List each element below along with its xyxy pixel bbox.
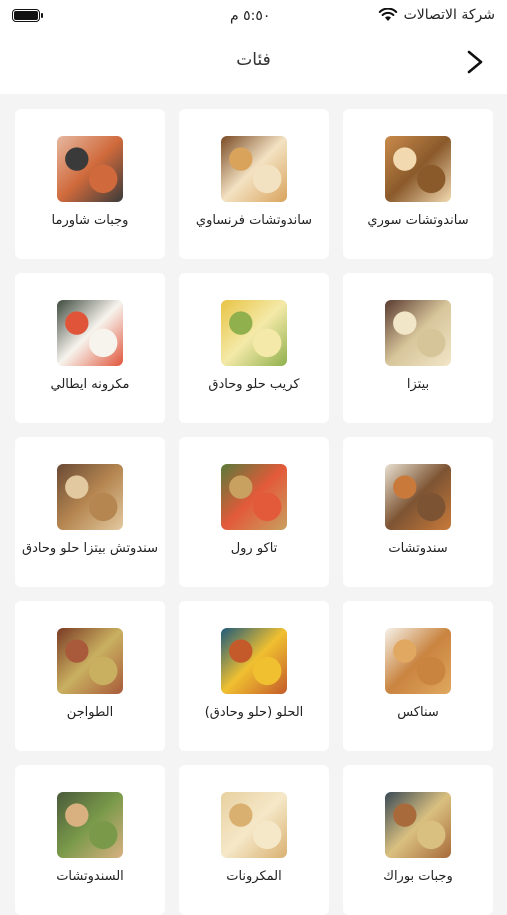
category-label: السندوتشات [56,869,124,884]
category-image [385,300,451,366]
category-label: سندوتشات [388,541,448,556]
category-label: كريب حلو وحادق [208,377,300,392]
category-card[interactable]: ساندوتشات سوري [343,109,493,259]
category-image [57,300,123,366]
category-label: تاكو رول [230,541,278,556]
category-label: سناكس [397,705,439,720]
category-label: بيتزا [406,377,430,392]
category-label: ساندوتشات فرنساوي [195,213,313,228]
category-card[interactable]: سناكس [343,601,493,751]
category-card[interactable]: سندوتش بيتزا حلو وحادق [15,437,165,587]
status-bar: شركة الاتصالات ٥:٥٠ م [0,0,507,32]
category-card[interactable]: وجبات شاورما [15,109,165,259]
category-label: مكرونه ايطالي [50,377,130,392]
category-label: وجبات بوراك [383,869,453,884]
category-image [385,136,451,202]
category-card[interactable]: مكرونه ايطالي [15,273,165,423]
category-label: المكرونات [226,869,282,884]
category-label: ساندوتشات سوري [367,213,469,228]
category-image [385,464,451,530]
carrier-group: شركة الاتصالات [378,7,495,23]
category-image [221,628,287,694]
battery-icon [12,9,43,22]
status-time: ٥:٥٠ م [230,8,271,24]
category-image [57,792,123,858]
navigation-bar: فئات [0,32,507,94]
wifi-icon [378,8,397,21]
category-card[interactable]: ساندوتشات فرنساوي [179,109,329,259]
category-image [57,628,123,694]
category-card[interactable]: تاكو رول [179,437,329,587]
category-card[interactable]: الحلو (حلو وحادق) [179,601,329,751]
category-image [221,792,287,858]
category-image [57,136,123,202]
category-label: الطواجن [66,705,114,720]
category-card[interactable]: الطواجن [15,601,165,751]
category-card[interactable]: وجبات بوراك [343,765,493,915]
page-title: فئات [236,50,271,70]
category-image [57,464,123,530]
category-card[interactable]: سندوتشات [343,437,493,587]
category-card[interactable]: بيتزا [343,273,493,423]
category-image [221,464,287,530]
back-button[interactable] [463,48,487,76]
category-label: الحلو (حلو وحادق) [204,705,304,720]
category-image [221,136,287,202]
category-label: سندوتش بيتزا حلو وحادق [22,541,158,556]
category-image [221,300,287,366]
category-card[interactable]: كريب حلو وحادق [179,273,329,423]
category-label: وجبات شاورما [51,213,129,228]
chevron-right-icon [467,50,483,74]
category-card[interactable]: المكرونات [179,765,329,915]
carrier-name: شركة الاتصالات [403,7,495,23]
category-image [385,628,451,694]
category-card[interactable]: السندوتشات [15,765,165,915]
category-image [385,792,451,858]
